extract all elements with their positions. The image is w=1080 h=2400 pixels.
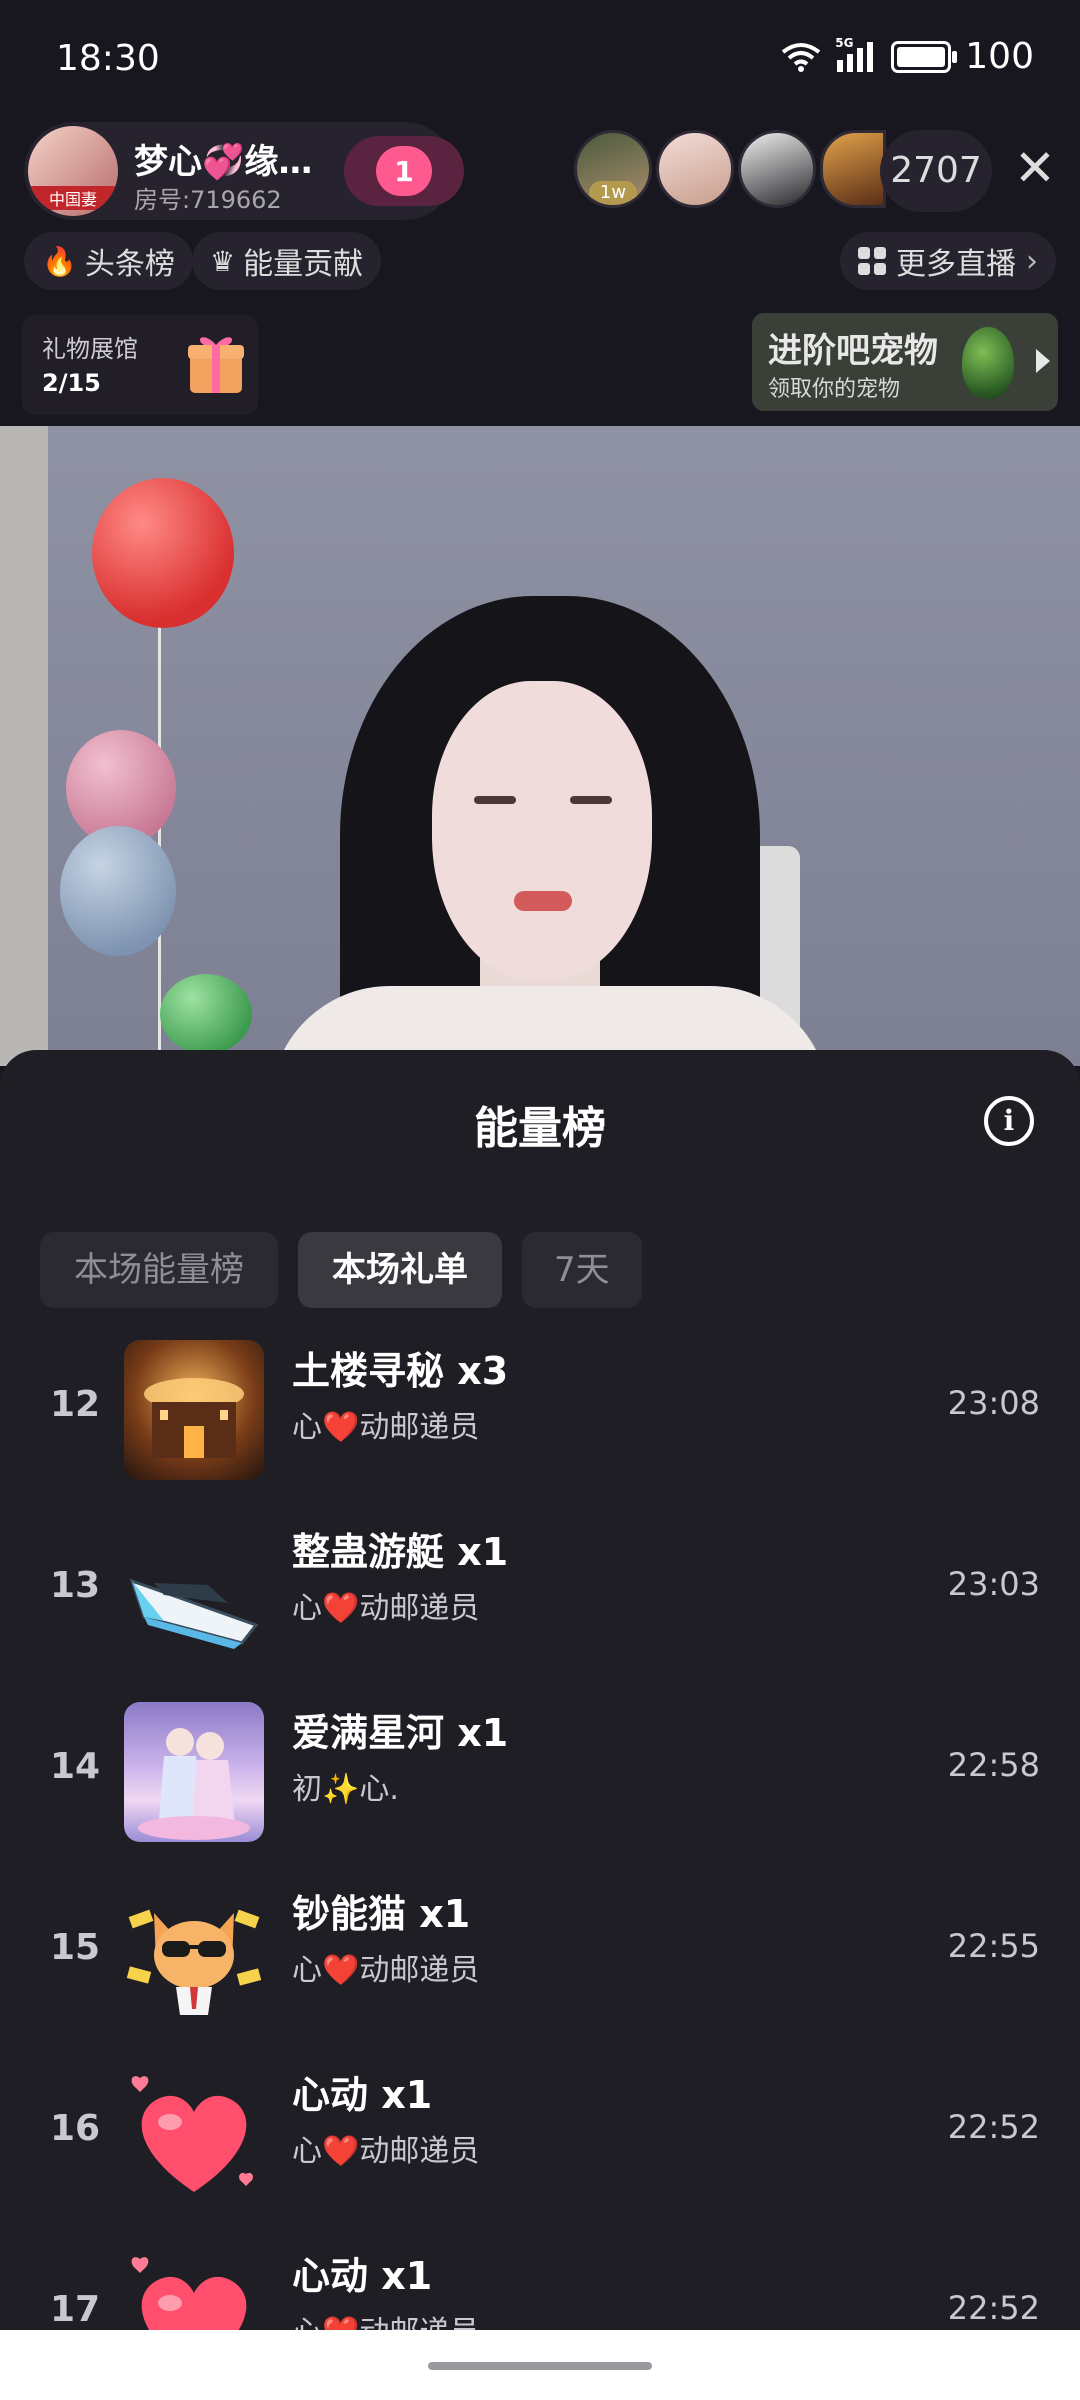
ranking-tabs: 本场能量榜 本场礼单 7天 xyxy=(40,1232,642,1308)
live-video[interactable] xyxy=(0,426,1080,1066)
headline-label: 头条榜 xyxy=(84,247,175,282)
video-doorframe xyxy=(0,426,48,1066)
sender-name: 心❤️动邮递员 xyxy=(292,1591,480,1626)
close-button[interactable]: ✕ xyxy=(1005,138,1065,198)
tab-session-energy[interactable]: 本场能量榜 xyxy=(40,1232,278,1308)
rank-number: 16 xyxy=(50,2108,101,2149)
gift-hall-title: 礼物展馆 xyxy=(42,335,138,363)
streamer-eye xyxy=(474,796,516,804)
energy-contribution-chip[interactable]: ♛ 能量贡献 xyxy=(192,232,382,290)
signal-icon: 5G xyxy=(835,36,877,72)
sender-name: 心❤️动邮递员 xyxy=(292,1410,480,1445)
streamer-eye xyxy=(570,796,612,804)
gift-name: 爱满星河 x1 xyxy=(292,1711,509,1755)
rank-number: 12 xyxy=(50,1384,101,1425)
heart-icon: 1 xyxy=(376,146,432,196)
gift-thumbnail xyxy=(124,1521,264,1661)
status-icons: 5G 100 xyxy=(781,36,1034,77)
gift-time: 23:03 xyxy=(947,1565,1040,1603)
yacht-icon xyxy=(129,1578,259,1649)
tab-session-gifts[interactable]: 本场礼单 xyxy=(298,1232,502,1308)
gift-thumbnail xyxy=(124,2064,264,2204)
status-time: 18:30 xyxy=(56,38,160,79)
sheet-title: 能量榜 xyxy=(474,1103,606,1154)
viewer-count[interactable]: 2707 xyxy=(880,130,992,212)
gift-thumbnail xyxy=(124,1702,264,1842)
pet-banner[interactable]: 进阶吧宠物 领取你的宠物 xyxy=(752,313,1058,411)
crown-icon: ♛ xyxy=(210,244,236,278)
info-icon[interactable]: i xyxy=(984,1096,1034,1146)
gift-time: 22:52 xyxy=(947,2108,1040,2146)
home-indicator[interactable] xyxy=(428,2362,652,2370)
gift-hall[interactable]: 礼物展馆 2/15 xyxy=(22,315,258,415)
egg-icon xyxy=(962,327,1014,399)
list-item[interactable]: 12 土楼寻秘 x3 心❤️动邮递员 23:08 xyxy=(0,1340,1080,1521)
host-info[interactable]: 中国妻 梦心💞缘… 房号:719662 1 xyxy=(24,122,464,220)
viewer-avatar[interactable] xyxy=(738,130,816,208)
energy-label: 能量贡献 xyxy=(243,247,364,282)
rank-number: 15 xyxy=(50,1927,101,1968)
tulou-icon xyxy=(144,1378,244,1458)
list-item[interactable]: 13 整蛊游艇 x1 心❤️动邮递员 23:03 xyxy=(0,1521,1080,1702)
viewer-badge: 1w xyxy=(589,181,637,205)
gift-thumbnail xyxy=(124,1883,264,2023)
heart-icon xyxy=(131,2076,253,2192)
sender-name: 心❤️动邮递员 xyxy=(292,2134,480,2169)
rank-number: 14 xyxy=(50,1746,101,1787)
gift-name: 心动 x1 xyxy=(292,2254,433,2298)
battery-icon xyxy=(891,40,958,73)
gift-name: 心动 x1 xyxy=(292,2073,433,2117)
host-avatar[interactable]: 中国妻 xyxy=(28,126,118,216)
tab-7-days[interactable]: 7天 xyxy=(522,1232,642,1308)
gift-list[interactable]: 12 土楼寻秘 x3 心❤️动邮递员 23:08 13 整蛊游艇 x1 心❤️动… xyxy=(0,1340,1080,2400)
follow-badge[interactable]: 1 xyxy=(344,136,464,206)
list-item[interactable]: 15 钞能猫 x1 心❤️动邮递员 22:55 xyxy=(0,1883,1080,2064)
host-avatar-tag: 中国妻 xyxy=(28,186,118,210)
green-balloon xyxy=(160,974,252,1054)
energy-ranking-sheet: 能量榜 i 本场能量榜 本场礼单 7天 12 土楼寻秘 x3 心❤️动邮递员 2… xyxy=(0,1050,1080,2400)
gift-time: 23:08 xyxy=(947,1384,1040,1422)
viewer-avatar[interactable]: 1w xyxy=(574,130,652,208)
gift-name: 土楼寻秘 x3 xyxy=(292,1349,509,1393)
gift-box-icon xyxy=(188,337,244,393)
grid-icon xyxy=(858,247,886,275)
gift-hall-progress: 2/15 xyxy=(42,369,101,397)
room-number: 房号:719662 xyxy=(134,186,282,214)
gift-time: 22:52 xyxy=(947,2289,1040,2327)
viewer-avatar[interactable] xyxy=(656,130,734,208)
balloon-string xyxy=(158,616,161,1066)
sender-name: 初✨心. xyxy=(292,1772,399,1807)
pet-banner-title: 进阶吧宠物 xyxy=(768,331,938,371)
gift-thumbnail xyxy=(124,1340,264,1480)
host-name: 梦心💞缘… xyxy=(134,142,313,182)
streamer-lips xyxy=(514,891,572,911)
live-header: 中国妻 梦心💞缘… 房号:719662 1 1w 2707 ✕ 🔥 头条榜 ♛ … xyxy=(0,120,1080,425)
list-item[interactable]: 16 心动 x1 心❤️动邮递员 22:52 xyxy=(0,2064,1080,2245)
play-arrow-icon xyxy=(1036,349,1050,373)
wifi-icon xyxy=(782,42,821,72)
battery-level: 100 xyxy=(965,36,1034,77)
pet-banner-subtitle: 领取你的宠物 xyxy=(768,377,901,402)
couple-icon xyxy=(138,1728,250,1840)
chevron-right-icon: › xyxy=(1026,243,1038,279)
rank-number: 17 xyxy=(50,2289,101,2330)
gift-name: 整蛊游艇 x1 xyxy=(292,1530,509,1574)
money-cat-icon xyxy=(126,1909,262,2015)
status-bar: 18:30 5G 100 xyxy=(0,0,1080,120)
more-live-button[interactable]: 更多直播 › xyxy=(840,232,1056,290)
streamer-face xyxy=(432,681,652,981)
flame-icon: 🔥 xyxy=(42,244,77,278)
rank-number: 13 xyxy=(50,1565,101,1606)
list-item[interactable]: 14 爱满星河 x1 初✨心. 22:58 xyxy=(0,1702,1080,1883)
blue-balloon xyxy=(60,826,176,956)
sender-name: 心❤️动邮递员 xyxy=(292,1953,480,1988)
headline-chip[interactable]: 🔥 头条榜 xyxy=(24,232,193,290)
more-live-label: 更多直播 xyxy=(896,247,1016,282)
gift-time: 22:58 xyxy=(947,1746,1040,1784)
gift-time: 22:55 xyxy=(947,1927,1040,1965)
viewer-avatar[interactable] xyxy=(820,130,886,208)
red-balloon xyxy=(92,478,234,628)
gift-name: 钞能猫 x1 xyxy=(292,1892,471,1936)
